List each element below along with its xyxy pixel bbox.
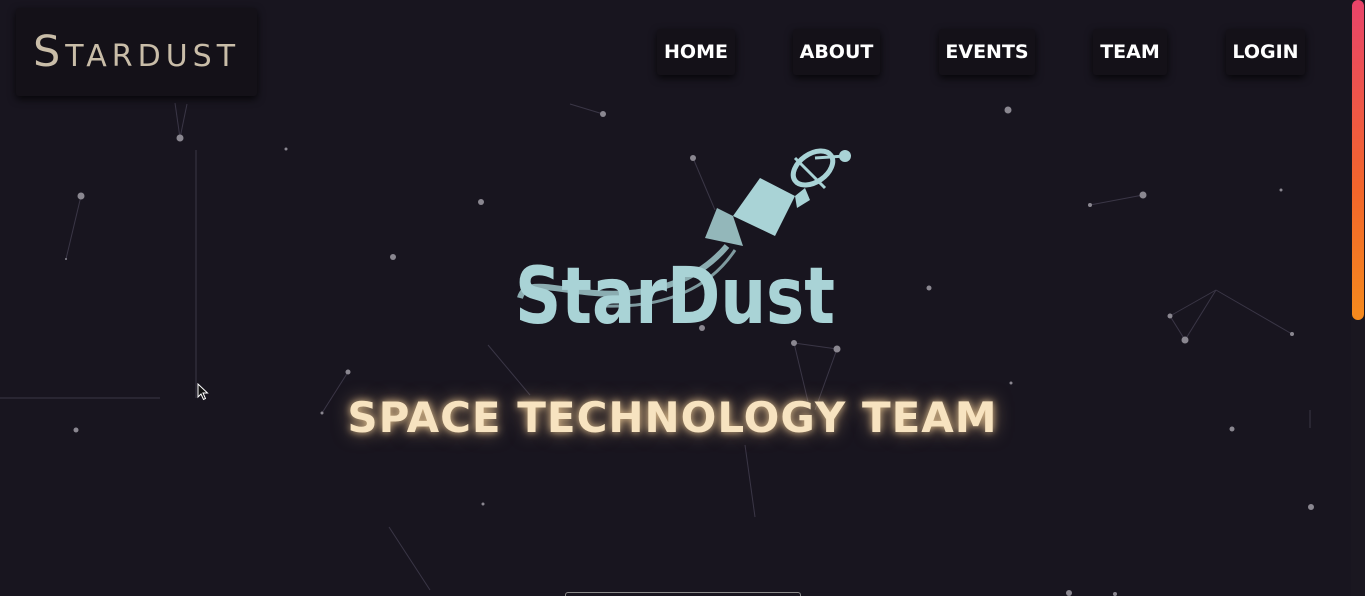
scrollbar-track[interactable] (1351, 0, 1365, 596)
logo-wordmark: StarDust (515, 252, 835, 333)
hero-tagline: SPACE TECHNOLOGY TEAM (347, 393, 998, 442)
mouse-cursor-icon (197, 383, 209, 401)
nav-team-button[interactable]: TEAM (1093, 29, 1167, 75)
nav-team-label: TEAM (1100, 41, 1160, 63)
nav-login-button[interactable]: LOGIN (1226, 29, 1305, 75)
bottom-panel-edge (565, 592, 801, 596)
nav-home-button[interactable]: HOME (657, 29, 735, 75)
brand-logo[interactable]: Stardust (16, 8, 257, 96)
scrollbar-thumb[interactable] (1352, 0, 1364, 320)
stardust-logo: StarDust (515, 148, 851, 333)
nav-about-label: ABOUT (799, 41, 874, 63)
nav-events-button[interactable]: EVENTS (939, 29, 1035, 75)
page: Stardust HOME ABOUT EVENTS TEAM LOGIN St… (0, 0, 1365, 596)
nav-home-label: HOME (664, 41, 728, 63)
nav-events-label: EVENTS (945, 41, 1029, 63)
nav-login-label: LOGIN (1232, 41, 1299, 63)
nav-about-button[interactable]: ABOUT (793, 29, 880, 75)
brand-title: Stardust (32, 26, 241, 77)
